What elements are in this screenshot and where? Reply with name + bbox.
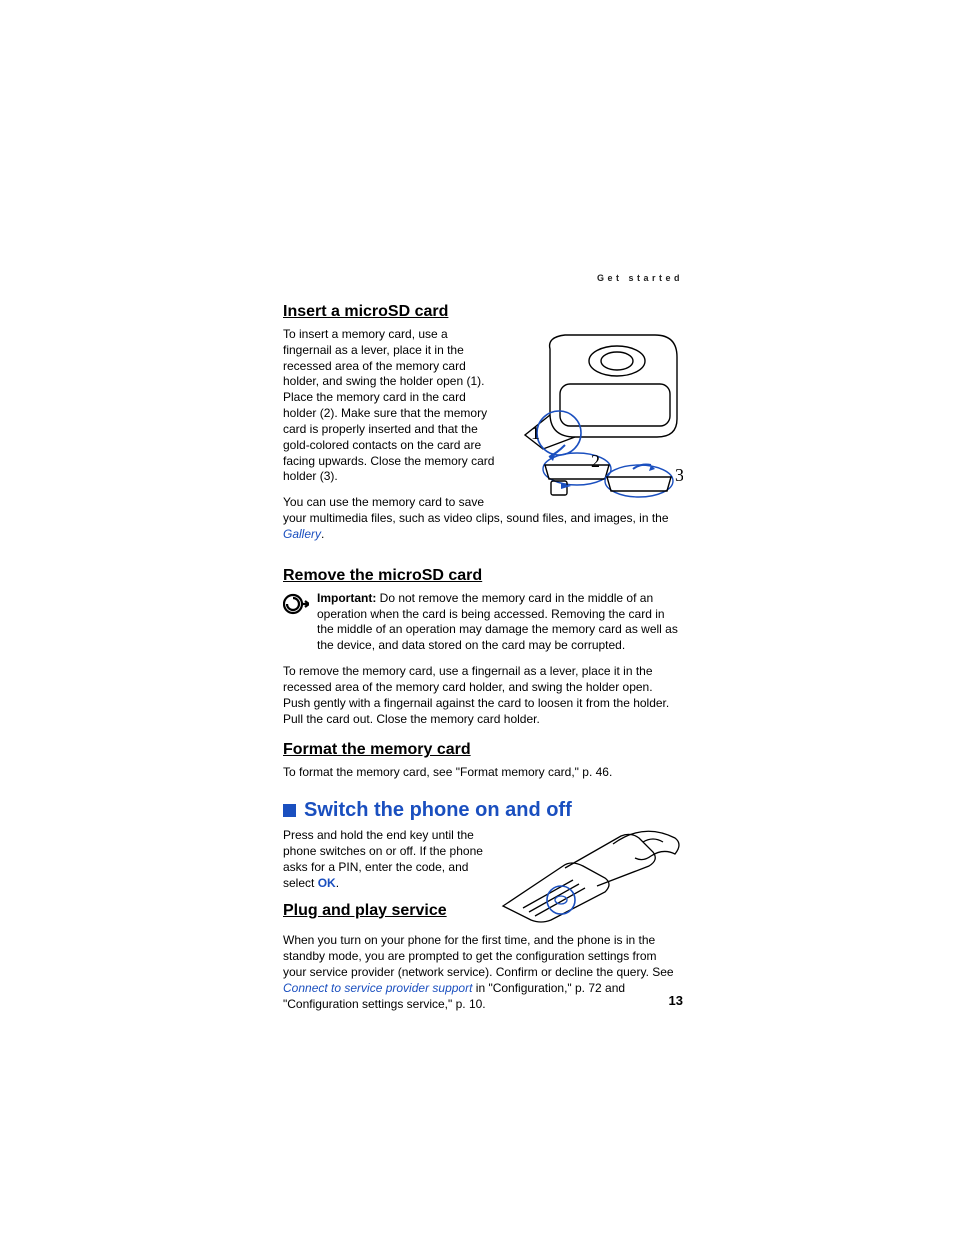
- plug-paragraph-1: When you turn on your phone for the firs…: [283, 933, 683, 1012]
- heading-insert-microsd: Insert a microSD card: [283, 303, 683, 321]
- link-connect-support[interactable]: Connect to service provider support: [283, 981, 472, 995]
- important-icon: [283, 591, 317, 654]
- figure-insert-microsd: 1 2 3: [505, 329, 683, 504]
- ok-text: OK: [318, 876, 336, 890]
- switch-paragraph-1: Press and hold the end key until the pho…: [283, 828, 493, 891]
- plug-p1-a: When you turn on your phone for the firs…: [283, 933, 674, 979]
- heading-remove-microsd: Remove the microSD card: [283, 567, 683, 585]
- remove-paragraph-1: To remove the memory card, use a fingern…: [283, 664, 683, 727]
- callout-1: 1: [531, 423, 540, 443]
- important-text: Important: Do not remove the memory card…: [317, 591, 683, 654]
- running-head: Get started: [597, 273, 683, 283]
- content-column: Get started Insert a microSD card: [283, 275, 683, 1022]
- heading-format-card: Format the memory card: [283, 741, 683, 759]
- square-bullet-icon: [283, 804, 296, 817]
- format-paragraph-1: To format the memory card, see "Format m…: [283, 765, 683, 781]
- section-switch-phone: Switch the phone on and off: [283, 799, 683, 822]
- switch-p1-b: .: [336, 876, 339, 890]
- figure-switch-phone: [493, 828, 683, 929]
- link-gallery[interactable]: Gallery: [283, 527, 321, 541]
- switch-p1-a: Press and hold the end key until the pho…: [283, 828, 483, 889]
- important-label: Important:: [317, 591, 376, 605]
- manual-page: Get started Insert a microSD card: [0, 0, 954, 1235]
- callout-2: 2: [591, 451, 600, 471]
- page-number: 13: [669, 993, 683, 1008]
- callout-3: 3: [675, 465, 683, 485]
- section-switch-title: Switch the phone on and off: [304, 799, 572, 822]
- important-note: Important: Do not remove the memory card…: [283, 591, 683, 654]
- insert-p2-b: .: [321, 527, 324, 541]
